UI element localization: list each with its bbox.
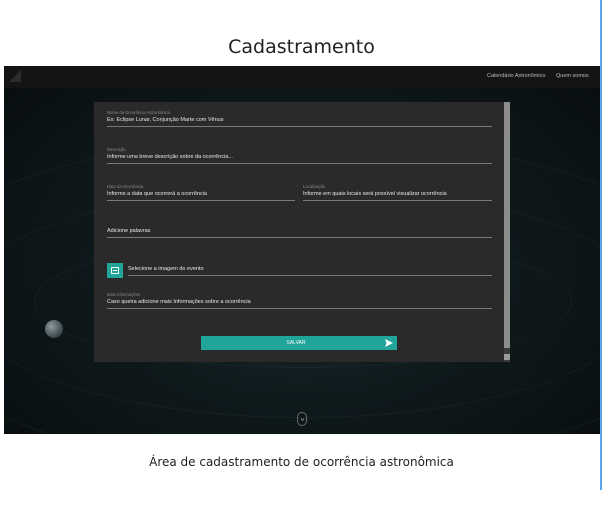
description-label: Descrição	[107, 147, 126, 152]
chevron-down-icon	[300, 417, 304, 421]
scrollbar-down-button[interactable]	[504, 354, 510, 360]
figure-caption: Área de cadastramento de ocorrência astr…	[149, 455, 454, 469]
name-field: Nome da Ocorrência Astronômica Ex: Eclip…	[107, 110, 492, 127]
logo-icon[interactable]	[8, 69, 22, 83]
description-field: Descrição Informe uma breve descrição so…	[107, 147, 492, 164]
name-input[interactable]: Ex: Eclipse Lunar, Conjunção Marte com V…	[107, 117, 492, 127]
extra-info-label: Mais Informações	[107, 292, 141, 297]
date-label: Data da Ocorrência	[107, 184, 144, 189]
scroll-down-button[interactable]	[297, 412, 307, 426]
date-input[interactable]: Informe a data que ocorrerá a ocorrência	[107, 191, 295, 201]
send-icon	[385, 339, 393, 347]
extra-info-field: Mais Informações Caso queira adicione ma…	[107, 292, 492, 309]
nav-link-about[interactable]: Quem somos	[556, 73, 589, 79]
date-field: Data da Ocorrência Informe a data que oc…	[107, 184, 295, 201]
name-label: Nome da Ocorrência Astronômica	[107, 110, 170, 115]
scrollbar-thumb[interactable]	[504, 102, 510, 348]
location-input[interactable]: Informe em quais locais será possível vi…	[303, 191, 492, 201]
nav-link-calendar[interactable]: Calendário Astronômico	[487, 73, 545, 79]
page-edge-line	[600, 0, 602, 490]
image-input[interactable]: Selecione a imagem do evento	[128, 266, 492, 276]
planet-decoration	[45, 320, 63, 338]
keywords-field: Adicione palavras	[107, 228, 492, 238]
save-button[interactable]: SALVAR	[201, 336, 397, 350]
keywords-input[interactable]: Adicione palavras	[107, 228, 492, 238]
location-label: Localização	[303, 184, 326, 189]
description-input[interactable]: Informe uma breve descrição sobre da oco…	[107, 154, 492, 164]
location-field: Localização Informe em quais locais será…	[303, 184, 492, 201]
navbar: Calendário Astronômico Quem somos	[4, 66, 600, 88]
app-screenshot: Calendário Astronômico Quem somos Nome d…	[4, 66, 600, 434]
image-field: Selecione a imagem do evento	[128, 266, 492, 276]
page-title: Cadastramento	[228, 36, 375, 58]
image-upload-button[interactable]	[107, 263, 123, 278]
save-button-label: SALVAR	[286, 340, 306, 346]
image-icon	[111, 267, 119, 274]
extra-info-input[interactable]: Caso queira adicione mais Informações so…	[107, 299, 492, 309]
